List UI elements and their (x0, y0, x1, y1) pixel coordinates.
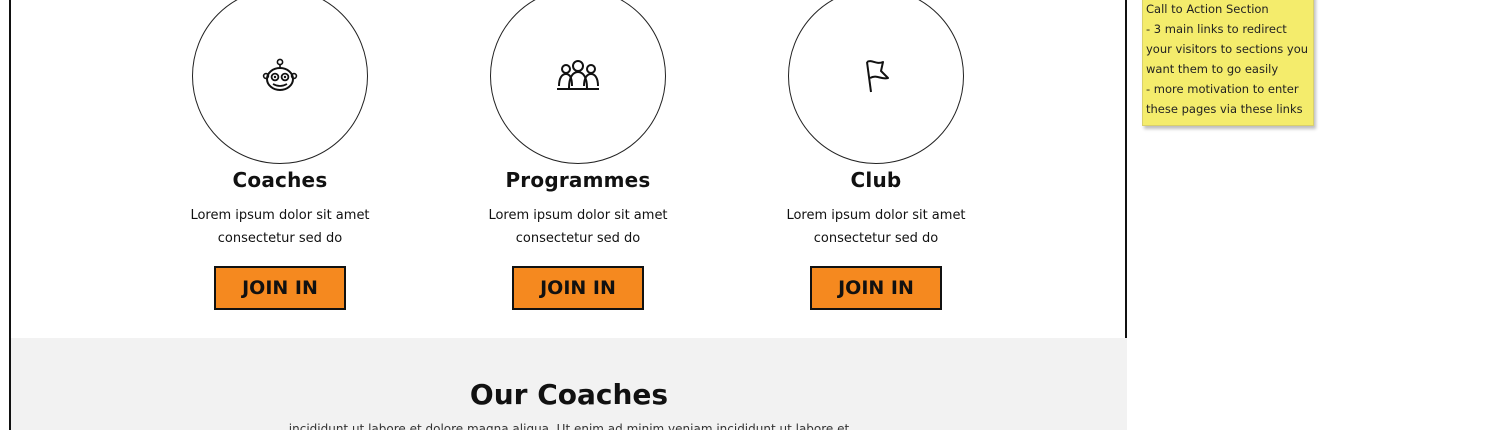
cta-description-line: consectetur sed do (217, 231, 343, 246)
annotation-sticky-note: Call to Action Section - 3 main links to… (1142, 0, 1314, 126)
cta-circle-club[interactable] (788, 0, 964, 164)
note-line: these pages via these links (1146, 102, 1303, 116)
cta-circle-programmes[interactable] (490, 0, 666, 164)
our-coaches-section: Our Coaches incididunt ut labore et dolo… (11, 338, 1127, 430)
join-in-button-coaches[interactable]: JOIN IN (214, 266, 346, 310)
wireframe-canvas: Coaches Lorem ipsum dolor sit amet conse… (0, 0, 1500, 430)
cta-description-line: consectetur sed do (515, 231, 641, 246)
section-subtext: incididunt ut labore et dolore magna ali… (288, 422, 850, 430)
cta-description: Lorem ipsum dolor sit amet consectetur s… (776, 204, 976, 250)
cta-description-line: consectetur sed do (813, 231, 939, 246)
note-line: - 3 main links to redirect (1146, 22, 1287, 36)
page-frame: Coaches Lorem ipsum dolor sit amet conse… (9, 0, 1127, 430)
note-line: want them to go easily (1146, 62, 1279, 76)
cta-circle-coaches[interactable] (192, 0, 368, 164)
section-heading: Our Coaches (469, 378, 669, 411)
flag-icon (858, 56, 894, 96)
group-people-icon (554, 56, 602, 96)
call-to-action-section: Coaches Lorem ipsum dolor sit amet conse… (11, 0, 1127, 338)
robot-head-icon (260, 56, 300, 96)
cta-description: Lorem ipsum dolor sit amet consectetur s… (180, 204, 380, 250)
cta-title: Coaches (232, 168, 328, 192)
note-line: Call to Action Section (1146, 2, 1269, 16)
cta-description: Lorem ipsum dolor sit amet consectetur s… (478, 204, 678, 250)
cta-description-line: Lorem ipsum dolor sit amet (190, 208, 370, 223)
note-line: - more motivation to enter (1146, 82, 1299, 96)
cta-title: Programmes (505, 168, 651, 192)
cta-description-line: Lorem ipsum dolor sit amet (786, 208, 966, 223)
note-line: your visitors to sections you (1146, 42, 1309, 56)
cta-description-line: Lorem ipsum dolor sit amet (488, 208, 668, 223)
join-in-button-programmes[interactable]: JOIN IN (512, 266, 644, 310)
join-in-button-club[interactable]: JOIN IN (810, 266, 942, 310)
cta-title: Club (850, 168, 902, 192)
